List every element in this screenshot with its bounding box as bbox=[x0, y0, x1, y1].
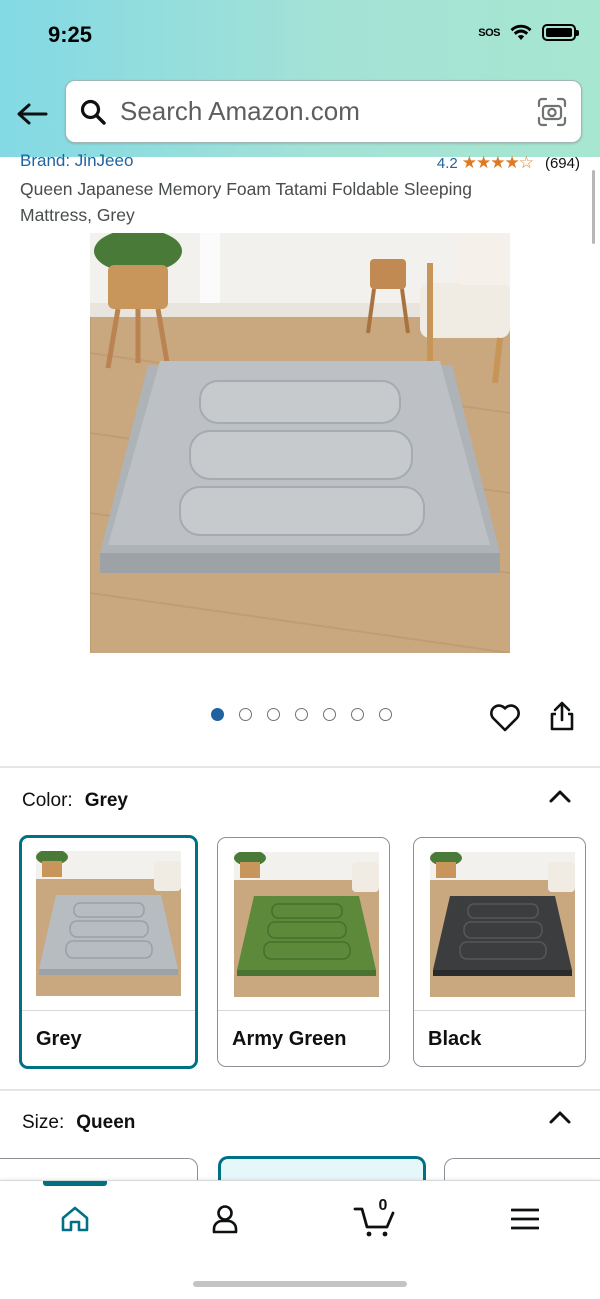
color-swatch-black[interactable]: Black bbox=[413, 837, 586, 1067]
sos-indicator: SOS bbox=[478, 26, 500, 39]
carousel-dot[interactable] bbox=[239, 708, 252, 721]
home-icon bbox=[61, 1206, 89, 1232]
swatch-label: Grey bbox=[36, 1028, 82, 1050]
home-indicator[interactable] bbox=[193, 1281, 407, 1287]
wifi-icon bbox=[510, 24, 532, 40]
search-bar[interactable] bbox=[65, 80, 582, 143]
swatch-image bbox=[36, 851, 181, 996]
status-icons: SOS bbox=[478, 24, 579, 41]
color-swatch-army-green[interactable]: Army Green bbox=[217, 837, 390, 1067]
nav-account-button[interactable] bbox=[195, 1197, 255, 1241]
carousel-dot[interactable] bbox=[211, 708, 224, 721]
rating-count: (694) bbox=[544, 154, 580, 172]
size-label: Size: bbox=[22, 1112, 65, 1133]
share-button[interactable] bbox=[547, 700, 577, 732]
battery-icon bbox=[542, 24, 579, 41]
color-selected-value: Grey bbox=[84, 790, 128, 811]
swatch-divider bbox=[414, 1010, 585, 1011]
rating-value: 4.2 bbox=[436, 154, 458, 172]
carousel-dot[interactable] bbox=[351, 708, 364, 721]
back-arrow-icon bbox=[17, 103, 48, 125]
status-time: 9:25 bbox=[48, 22, 93, 47]
active-tab-indicator bbox=[43, 1181, 107, 1186]
color-label-row: Color: Grey bbox=[22, 790, 128, 812]
swatch-label: Black bbox=[428, 1028, 482, 1050]
search-icon bbox=[80, 99, 106, 125]
product-image[interactable] bbox=[90, 233, 510, 653]
nav-home-button[interactable] bbox=[45, 1197, 105, 1241]
rating[interactable]: 4.2 ★★★★☆ (694) bbox=[437, 153, 580, 173]
product-title: Queen Japanese Memory Foam Tatami Foldab… bbox=[20, 179, 473, 225]
carousel-dot[interactable] bbox=[323, 708, 336, 721]
search-input[interactable] bbox=[120, 91, 537, 132]
nav-menu-button[interactable] bbox=[495, 1197, 555, 1241]
header: 9:25 SOS bbox=[0, 0, 600, 157]
size-label-row: Size: Queen bbox=[22, 1112, 135, 1134]
wishlist-button[interactable] bbox=[488, 700, 522, 734]
carousel-dot[interactable] bbox=[295, 708, 308, 721]
divider bbox=[0, 1089, 600, 1091]
mattress-photo bbox=[90, 233, 510, 653]
camera-lens-icon[interactable] bbox=[537, 97, 567, 127]
cart-icon bbox=[353, 1207, 395, 1237]
chevron-up-icon[interactable] bbox=[548, 788, 572, 804]
color-swatch-grey[interactable]: Grey bbox=[19, 835, 198, 1069]
divider bbox=[0, 766, 600, 768]
heart-icon bbox=[490, 704, 520, 732]
swatch-divider bbox=[22, 1010, 195, 1011]
brand-rating-row: Brand: JinJeeo 4.2 ★★★★☆ (694) bbox=[20, 151, 580, 175]
scrollbar[interactable] bbox=[592, 170, 595, 244]
swatch-image bbox=[234, 852, 379, 997]
back-button[interactable] bbox=[14, 96, 50, 132]
swatch-label: Army Green bbox=[232, 1028, 347, 1050]
menu-icon bbox=[511, 1208, 539, 1230]
chevron-up-icon[interactable] bbox=[548, 1109, 572, 1125]
image-carousel-dots[interactable] bbox=[211, 708, 392, 721]
product-page: 9:25 SOS Search Amazon.com Brand: JinJee… bbox=[0, 0, 600, 1299]
carousel-dot[interactable] bbox=[379, 708, 392, 721]
carousel-dot[interactable] bbox=[267, 708, 280, 721]
swatch-divider bbox=[218, 1010, 389, 1011]
share-icon bbox=[550, 701, 574, 731]
account-icon bbox=[212, 1205, 238, 1234]
color-label: Color: bbox=[22, 790, 73, 811]
star-rating-icon: ★★★★☆ bbox=[461, 153, 534, 172]
size-selected-value: Queen bbox=[76, 1112, 136, 1133]
swatch-image bbox=[430, 852, 575, 997]
brand-link[interactable]: Brand: JinJeeo bbox=[20, 151, 133, 171]
nav-cart-button[interactable]: 0 bbox=[345, 1197, 405, 1241]
